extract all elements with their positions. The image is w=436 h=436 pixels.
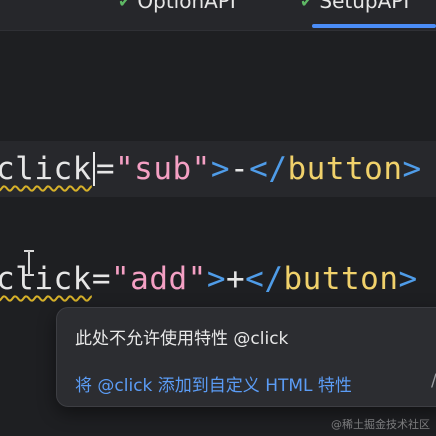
attribute-value: "sub" [115,151,211,187]
watermark: @稀土掘金技术社区 [331,418,430,431]
attribute-value: "add" [111,261,207,297]
tooltip-message: 此处不允许使用特性 @click [75,329,289,349]
tab-setupapi[interactable]: ✔ SetupAPI [300,0,409,14]
button-text: - [230,151,250,187]
close-tag-bracket: </ [245,261,284,297]
text-caret [92,152,95,186]
code-line-sub[interactable]: click = "sub" > - </ button > [0,141,436,197]
tab-optionapi[interactable]: ✔ OptionAPI [118,0,236,14]
inspection-tooltip: 此处不允许使用特性 @click 将 @click 添加到自定义 HTML 特性… [56,307,436,407]
close-tag-end: > [402,151,422,187]
tab-label: OptionAPI [137,0,236,13]
checkmark-icon: ✔ [118,0,132,11]
mouse-ibeam-cursor-icon [24,250,34,276]
editor-tab-bar: ✔ OptionAPI ✔ SetupAPI [0,0,436,31]
code-line-add[interactable]: click = "add" > + </ button > [0,251,436,307]
equals-sign: = [91,261,111,297]
button-text: + [226,261,246,297]
tag-bracket: > [206,261,226,297]
add-custom-attribute-link[interactable]: 将 @click 添加到自定义 HTML 特性 [75,371,352,396]
equals-sign: = [95,151,115,187]
tab-label: SetupAPI [319,0,410,13]
more-actions-hint[interactable]: / [431,371,436,391]
close-tag-end: > [398,261,418,297]
attribute-name: click [0,151,92,187]
checkmark-icon: ✔ [300,0,314,11]
tag-name: button [283,261,399,297]
attribute-name: click [0,261,92,297]
tag-name: button [287,151,403,187]
tag-bracket: > [210,151,230,187]
active-tab-indicator [312,24,436,28]
close-tag-bracket: </ [249,151,288,187]
